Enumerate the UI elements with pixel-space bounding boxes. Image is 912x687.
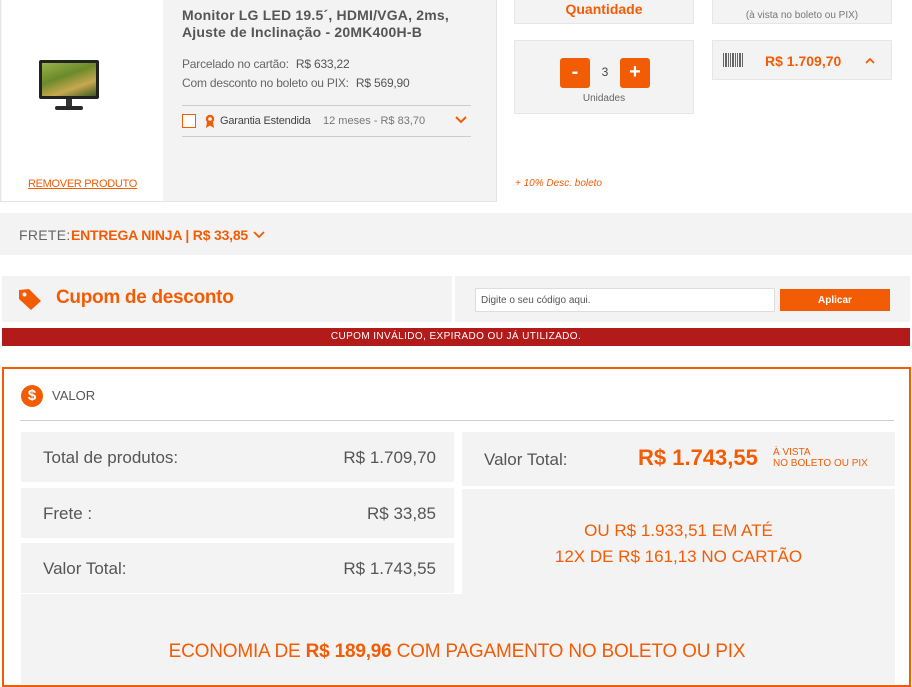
barcode-icon	[723, 53, 743, 67]
product-card: REMOVER PRODUTO Monitor LG LED 19.5´, HD…	[0, 0, 497, 202]
summary-row-label: Frete :	[43, 504, 93, 523]
economy-value: R$ 189,96	[305, 641, 392, 662]
shipping-option[interactable]: ENTREGA NINJA | R$ 33,85	[71, 227, 248, 243]
increase-quantity-button[interactable]: +	[620, 58, 650, 88]
tag-icon	[19, 289, 41, 310]
summary-row-value: R$ 33,85	[367, 504, 436, 523]
product-image-box: REMOVER PRODUTO	[2, 0, 163, 201]
installment-price: R$ 633,22	[295, 57, 350, 71]
chevron-down-icon[interactable]	[453, 112, 469, 128]
summary-row-value: R$ 1.743,55	[343, 559, 436, 578]
quantity-header-label: Quantidade	[565, 1, 643, 17]
cash-note-line1: À VISTA	[773, 447, 811, 458]
remove-product-link[interactable]: REMOVER PRODUTO	[2, 178, 163, 190]
coupon-form: Aplicar	[455, 276, 910, 322]
coupon-title: Cupom de desconto	[56, 287, 234, 308]
product-image-monitor[interactable]	[39, 60, 99, 114]
installment-price-line: Parcelado no cartão: R$ 633,22	[182, 57, 350, 71]
summary-row-label: Total de produtos:	[43, 448, 179, 467]
chevron-up-icon[interactable]	[863, 54, 877, 68]
economy-suffix: COM PAGAMENTO NO BOLETO OU PIX	[391, 641, 746, 662]
boleto-discount-note: + 10% Desc. boleto	[515, 178, 602, 189]
quantity-header: Quantidade	[514, 0, 694, 24]
economy-box	[21, 594, 895, 684]
warranty-label: Garantia Estendida	[220, 115, 311, 127]
shipping-label: FRETE:	[19, 227, 71, 243]
decrease-quantity-button[interactable]: -	[560, 58, 590, 88]
installments-text: OU R$ 1.933,51 EM ATÉ 12X DE R$ 161,13 N…	[462, 518, 895, 570]
quantity-stepper: - 3 + Unidades	[514, 40, 694, 114]
summary-title: VALOR	[52, 388, 96, 403]
shipping-bar[interactable]: FRETE: ENTREGA NINJA | R$ 33,85	[0, 213, 912, 255]
chevron-down-icon[interactable]	[251, 227, 267, 243]
total-header: (à vista no boleto ou PIX)	[712, 0, 892, 24]
summary-row-products: Total de produtos: R$ 1.709,70	[21, 432, 454, 482]
cash-total-note: À VISTA NO BOLETO OU PIX	[773, 447, 868, 469]
cash-total-value: R$ 1.743,55	[638, 445, 758, 470]
item-total-value: R$ 1.709,70	[765, 53, 842, 69]
summary-row-label: Valor Total:	[43, 559, 127, 578]
coupon-header: Cupom de desconto	[2, 276, 452, 322]
economy-prefix: ECONOMIA DE	[168, 641, 306, 662]
cash-total-label: Valor Total:	[484, 450, 568, 469]
quantity-unit-label: Unidades	[582, 93, 626, 104]
order-summary-panel: $ VALOR Total de produtos: R$ 1.709,70 F…	[2, 367, 911, 687]
quantity-value[interactable]: 3	[592, 65, 618, 79]
divider	[20, 420, 894, 421]
boleto-price-line: Com desconto no boleto ou PIX: R$ 569,90	[182, 76, 410, 90]
coupon-code-input[interactable]	[475, 288, 775, 312]
installments-line1: OU R$ 1.933,51 EM ATÉ	[584, 521, 773, 540]
summary-row-value: R$ 1.709,70	[343, 448, 436, 467]
cash-note-line2: NO BOLETO OU PIX	[773, 458, 868, 469]
installments-box: OU R$ 1.933,51 EM ATÉ 12X DE R$ 161,13 N…	[462, 489, 895, 594]
apply-coupon-button[interactable]: Aplicar	[780, 289, 890, 311]
cash-total-box: Valor Total: R$ 1.743,55 À VISTA NO BOLE…	[462, 432, 895, 486]
award-ribbon-icon	[205, 114, 215, 128]
item-total-box: R$ 1.709,70	[712, 40, 892, 80]
total-header-note: (à vista no boleto ou PIX)	[745, 10, 859, 21]
boleto-label: Com desconto no boleto ou PIX:	[182, 76, 349, 90]
summary-row-total: Valor Total: R$ 1.743,55	[21, 543, 454, 593]
installment-label: Parcelado no cartão:	[182, 57, 289, 71]
warranty-checkbox[interactable]	[182, 114, 196, 128]
product-title[interactable]: Monitor LG LED 19.5´, HDMI/VGA, 2ms, Aju…	[182, 7, 482, 41]
extended-warranty-row[interactable]: Garantia Estendida 12 meses - R$ 83,70	[182, 105, 471, 137]
warranty-detail: 12 meses - R$ 83,70	[323, 115, 426, 127]
summary-row-shipping: Frete : R$ 33,85	[21, 488, 454, 538]
boleto-price: R$ 569,90	[355, 76, 410, 90]
dollar-icon: $	[21, 385, 43, 407]
coupon-error-message: CUPOM INVÁLIDO, EXPIRADO OU JÁ UTILIZADO…	[2, 328, 910, 346]
installments-line2: 12X DE R$ 161,13 NO CARTÃO	[554, 547, 803, 566]
